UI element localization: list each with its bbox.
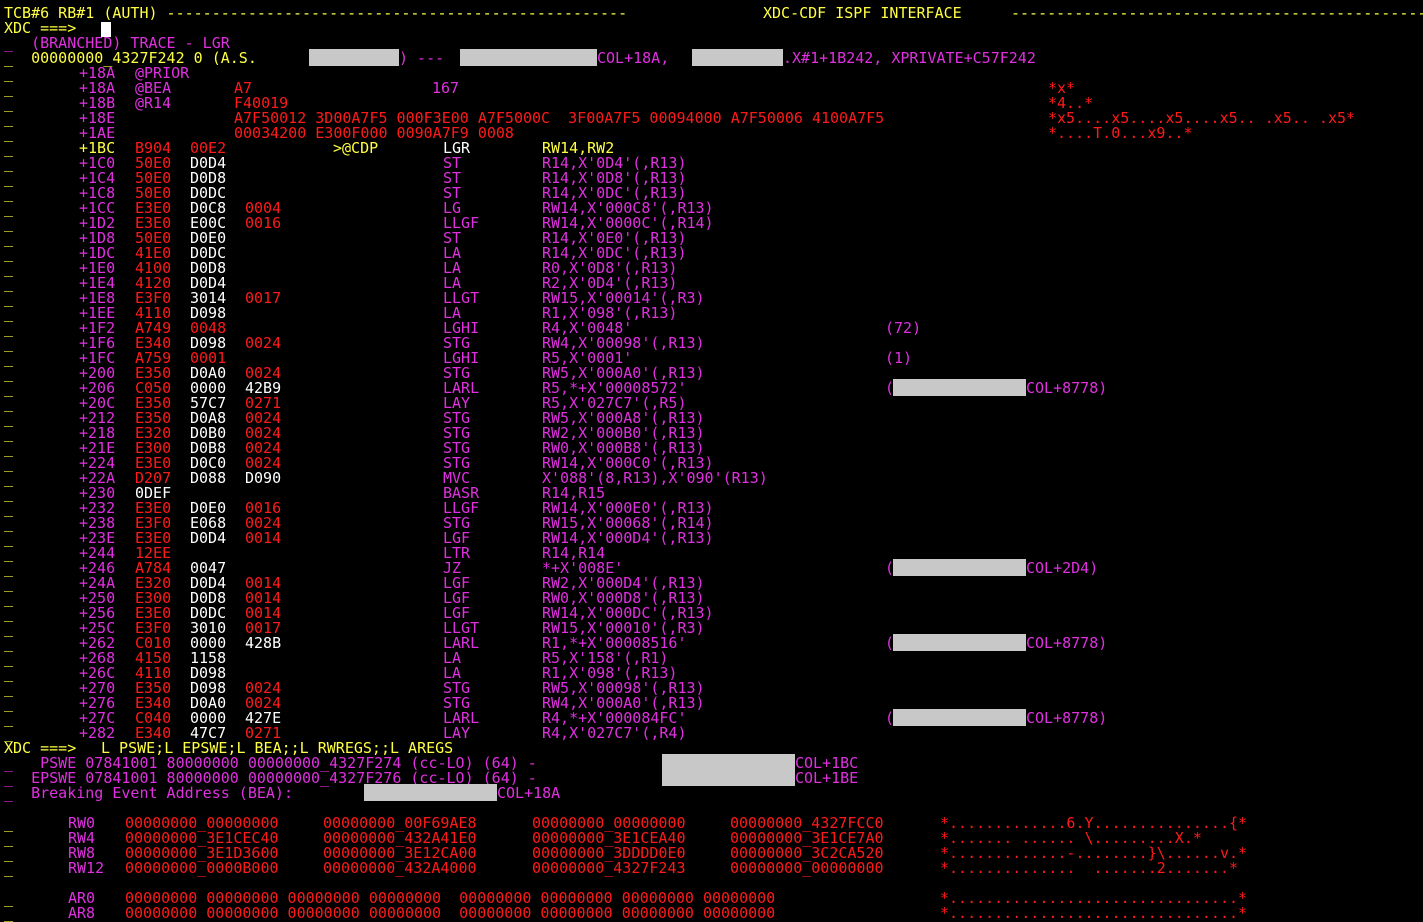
instr-comment-col: COL+8778): [1026, 709, 1108, 727]
line-selector[interactable]: _: [4, 861, 13, 876]
instr-arguments: R4,X'027C7'(,R4): [542, 724, 687, 742]
header-title: XDC-CDF ISPF INTERFACE: [763, 4, 962, 22]
redacted-block: [662, 769, 795, 786]
line-selector[interactable]: _: [4, 906, 13, 921]
var-chars: *....T.0...x9..*: [1048, 124, 1193, 142]
redacted-block: [893, 709, 1026, 726]
redacted-block: [893, 379, 1026, 396]
var-name: @R14: [135, 94, 172, 112]
instr-comment: (1): [885, 349, 913, 367]
instr-operand-2: 0024: [245, 334, 282, 352]
redacted-block: [364, 784, 497, 801]
register-name: AR8: [68, 904, 96, 922]
instr-comment-col: COL+8778): [1026, 379, 1108, 397]
instr-operand-1: D088: [190, 469, 227, 487]
bea-line: _ Breaking Event Address (BEA): COL+18A: [0, 784, 560, 801]
redacted-block: [692, 49, 783, 66]
var-decimal: 167: [432, 79, 460, 97]
register-values: 00000000 00000000 00000000 00000000 0000…: [125, 904, 776, 922]
register-value-3: 00000000_4327F243: [532, 859, 686, 877]
instr-operand-2: 0017: [245, 289, 282, 307]
epswe-col: COL+1BE: [795, 769, 859, 787]
header-right: ----------------------------------------…: [1011, 4, 1423, 22]
register-value-1: 00000000_0000B000: [125, 859, 279, 877]
register-chars: *................................*: [940, 904, 1248, 922]
register-chars: *.............. .......2.......*: [940, 859, 1239, 877]
instr-operand-2: 0014: [245, 529, 282, 547]
trace-loc-mid: ) ---: [399, 49, 445, 67]
trace-loc-prefix: _ 00000000_4327F242 0 (A.S.: [4, 49, 257, 67]
trace-loc-tail: .X#1+1B242, XPRIVATE+C57F242: [783, 49, 1036, 67]
redacted-block: [893, 634, 1026, 651]
instr-comment-col: COL+8778): [1026, 634, 1108, 652]
instr-comment-col: COL+2D4): [1026, 559, 1099, 577]
redacted-block: [893, 559, 1026, 576]
instr-operand-1: D0D4: [190, 529, 227, 547]
instr-operand-2: 0016: [245, 214, 282, 232]
instr-comment: (72): [885, 319, 922, 337]
redacted-block: [460, 49, 597, 66]
bea-col: COL+18A: [497, 784, 561, 802]
breakpoint-marker: >@CDP: [333, 139, 379, 157]
register-name: RW12: [68, 859, 105, 877]
redacted-block: [309, 49, 399, 66]
trace-loc-col: COL+18A,: [597, 49, 670, 67]
register-value-4: 00000000_00000000: [730, 859, 884, 877]
header-left: TCB#6 RB#1 (AUTH) ----------------------…: [4, 4, 628, 22]
terminal-screen: TCB#6 RB#1 (AUTH) ----------------------…: [0, 0, 1423, 922]
instr-operand-2: D090: [245, 469, 282, 487]
bea-text: _ Breaking Event Address (BEA):: [4, 784, 293, 802]
register-value-2: 00000000_432A4000: [323, 859, 477, 877]
instr-operand-2: 428B: [245, 634, 282, 652]
